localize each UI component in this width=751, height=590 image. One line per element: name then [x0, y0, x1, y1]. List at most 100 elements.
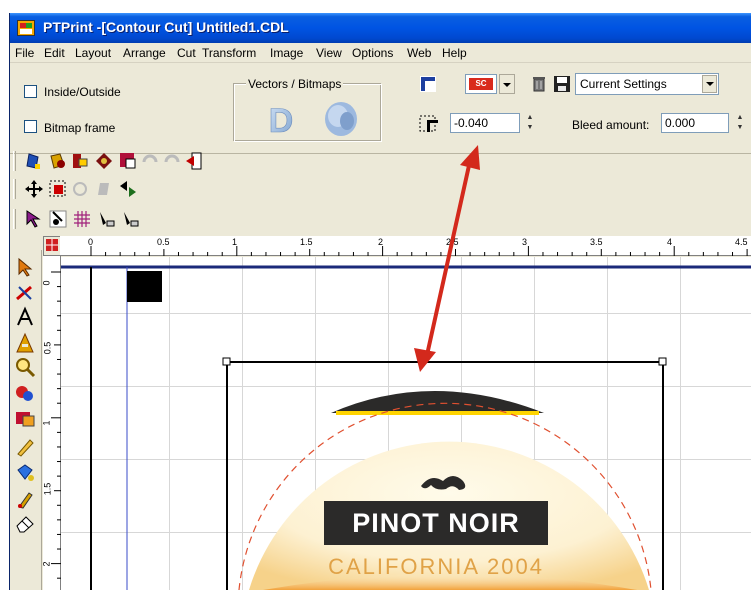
ptprint-app-icon[interactable]: [17, 20, 35, 36]
h-ruler-label-3-5: 3.5: [590, 237, 603, 247]
vector-d-letter: D: [269, 102, 294, 137]
bitmap-frame-label: Bitmap frame: [44, 121, 116, 135]
bleed-spinner[interactable]: ▲ ▼: [734, 113, 746, 133]
contour-cut-properties: Inside/Outside Bitmap frame Vectors / Bi…: [10, 64, 751, 154]
bleed-value: 0.000: [665, 116, 696, 130]
h-ruler-label-1-5: 1.5: [300, 237, 313, 247]
menu-image[interactable]: Image: [270, 46, 303, 60]
h-ruler-label-4-5: 4.5: [735, 237, 748, 247]
shapes-icon[interactable]: [14, 382, 36, 404]
chevron-down-icon[interactable]: [702, 75, 717, 93]
color-dropdown-button[interactable]: [499, 74, 515, 94]
menu-layout[interactable]: Layout: [75, 46, 111, 60]
eraser-icon[interactable]: [14, 512, 36, 534]
left-toolbox: [10, 250, 42, 590]
trace-icon[interactable]: [48, 151, 68, 171]
settings-dropdown[interactable]: Current Settings: [575, 73, 719, 95]
shape-icon[interactable]: [70, 151, 90, 171]
flip-icon[interactable]: [118, 179, 138, 199]
h-ruler-label-0: 0: [88, 237, 94, 247]
menu-options[interactable]: Options: [352, 46, 393, 60]
select-box-icon[interactable]: [48, 179, 68, 199]
pen-add-icon[interactable]: [96, 209, 116, 229]
undo-icon[interactable]: [140, 151, 160, 171]
fill-bucket-icon[interactable]: [14, 462, 36, 484]
menu-cut[interactable]: Cut: [177, 46, 196, 60]
toolbar-row-1: [10, 147, 751, 177]
menu-edit[interactable]: Edit: [44, 46, 65, 60]
cut-mode-icon[interactable]: [419, 75, 437, 93]
title-bar: PTPrint -[Contour Cut] Untitled1.CDL: [10, 13, 751, 43]
move-icon[interactable]: [24, 179, 44, 199]
menu-bar: File Edit Layout Arrange Cut Transform I…: [10, 43, 751, 63]
color-selector[interactable]: SC: [465, 74, 497, 94]
toolbar-grip[interactable]: [13, 179, 16, 199]
inside-outside-checkbox[interactable]: [24, 85, 37, 98]
bitmap-frame-checkbox[interactable]: [24, 120, 37, 133]
bitmap-mode-button[interactable]: [321, 99, 361, 139]
skew-icon[interactable]: [94, 179, 114, 199]
h-ruler-label-2-5: 2.5: [446, 237, 459, 247]
exit-icon[interactable]: [184, 151, 204, 171]
app-window: PTPrint -[Contour Cut] Untitled1.CDL Fil…: [9, 13, 751, 590]
scissors-icon[interactable]: [48, 209, 68, 229]
color-icon[interactable]: [14, 408, 36, 430]
menu-file[interactable]: File: [15, 46, 34, 60]
ruler-origin[interactable]: [43, 236, 61, 256]
horizontal-ruler[interactable]: 0 0.5 1 1.5 2 2.5 3 3.5 4 4.5: [60, 236, 751, 256]
toolbar-row-3: [10, 205, 751, 235]
offset-icon: [419, 115, 438, 132]
bleed-field[interactable]: 0.000: [661, 113, 729, 133]
wine-label-artwork[interactable]: PINOT NOIR CALIFORNIA 2004: [238, 391, 652, 590]
v-ruler-label-1: 1: [41, 420, 52, 426]
menu-transform[interactable]: Transform: [202, 46, 256, 60]
h-ruler-label-4: 4: [667, 237, 673, 247]
cutter-icon[interactable]: [14, 282, 36, 304]
fill-icon[interactable]: [94, 151, 114, 171]
toolbar-row-2: [10, 175, 751, 205]
vector-mode-button[interactable]: D: [262, 101, 300, 137]
color-swatch: SC: [469, 78, 493, 90]
text-icon[interactable]: [14, 306, 36, 328]
v-ruler-label-2: 2: [41, 561, 52, 567]
window-title: PTPrint -[Contour Cut] Untitled1.CDL: [43, 19, 289, 35]
resize-handle-top-left[interactable]: [222, 357, 231, 366]
offset-spinner[interactable]: ▲ ▼: [524, 113, 536, 133]
v-ruler-label-0-5: 0.5: [42, 341, 53, 355]
document-canvas[interactable]: PINOT NOIR CALIFORNIA 2004: [61, 257, 751, 590]
menu-arrange[interactable]: Arrange: [123, 46, 166, 60]
resize-handle-top-right[interactable]: [658, 357, 667, 366]
save-icon[interactable]: [553, 75, 571, 93]
region-year-text: CALIFORNIA 2004: [328, 554, 544, 579]
menu-help[interactable]: Help: [442, 46, 467, 60]
pencil-icon[interactable]: [14, 436, 36, 458]
vectors-bitmaps-label: Vectors / Bitmaps: [246, 77, 344, 91]
art-text-icon[interactable]: [14, 332, 36, 354]
menu-web[interactable]: Web: [407, 46, 431, 60]
brush-icon[interactable]: [14, 488, 36, 510]
rotate-icon[interactable]: [70, 179, 90, 199]
v-ruler-label-0: 0: [41, 280, 52, 286]
wine-name-text: PINOT NOIR: [352, 508, 520, 538]
trash-icon[interactable]: [530, 75, 548, 93]
offset-value: -0.040: [454, 116, 489, 130]
bleed-label: Bleed amount:: [572, 118, 650, 132]
pointer-icon[interactable]: [24, 209, 44, 229]
arrow-icon[interactable]: [14, 256, 36, 278]
offset-field[interactable]: -0.040: [450, 113, 520, 133]
toolbar-grip[interactable]: [13, 209, 16, 229]
grid-icon[interactable]: [72, 209, 92, 229]
vertical-ruler[interactable]: 0 0.5 1 1.5 2: [41, 256, 61, 590]
h-ruler-label-2: 2: [378, 237, 384, 247]
blue-bucket-icon[interactable]: [24, 151, 44, 171]
toolbar-grip[interactable]: [13, 151, 16, 171]
v-ruler-label-1-5: 1.5: [42, 482, 53, 496]
settings-value: Current Settings: [580, 77, 667, 91]
h-ruler-label-0-5: 0.5: [157, 237, 170, 247]
zoom-icon[interactable]: [14, 356, 36, 378]
menu-view[interactable]: View: [316, 46, 342, 60]
pen-remove-icon[interactable]: [120, 209, 140, 229]
node-icon[interactable]: [118, 151, 138, 171]
redo-icon[interactable]: [162, 151, 182, 171]
inside-outside-label: Inside/Outside: [44, 85, 121, 99]
